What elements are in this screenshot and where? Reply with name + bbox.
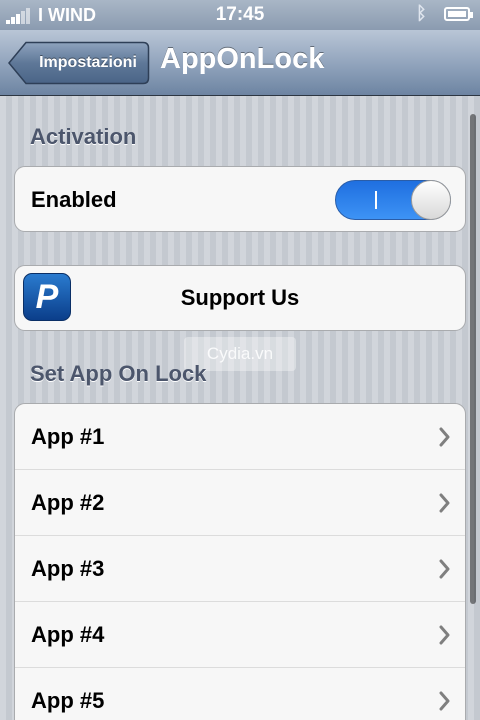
chevron-right-icon [439,493,450,513]
navigation-bar: Impostazioni AppOnLock [0,30,480,96]
section-header-activation: Activation [30,124,137,149]
list-item-app-2[interactable]: App #2 [15,470,465,536]
list-item-app-5[interactable]: App #5 [15,668,465,720]
list-item-label: App #4 [31,622,105,647]
support-us-row[interactable]: P Support Us [15,266,465,330]
status-bar: I WIND 17:45 ᛒ [0,0,480,30]
chevron-right-icon [439,427,450,447]
back-button-label: Impostazioni [39,54,137,71]
chevron-right-icon [439,691,450,711]
activation-group: Enabled [14,166,466,232]
settings-list[interactable]: Activation Enabled P Support Us Cydia.vn… [0,96,480,720]
status-time: 17:45 [215,4,265,25]
section-header-apps: Set App On Lock [30,361,207,386]
support-us-label: Support Us [180,285,300,310]
chevron-right-icon [439,559,450,579]
list-item-label: App #2 [31,490,105,515]
list-item-app-1[interactable]: App #1 [15,404,465,470]
list-item-label: App #5 [31,688,105,713]
scrollbar[interactable] [470,114,476,604]
enabled-row: Enabled [15,167,465,231]
list-item-app-4[interactable]: App #4 [15,602,465,668]
support-group: P Support Us [14,265,466,331]
list-item-label: App #3 [31,556,105,581]
enabled-label: Enabled [31,187,117,212]
page-title: AppOnLock [160,43,325,75]
apps-group: App #1 App #2 App #3 App #4 App #5 [14,403,466,720]
toggle-knob[interactable] [411,180,451,220]
back-button[interactable]: Impostazioni [8,41,150,85]
chevron-right-icon [439,625,450,645]
list-item-label: App #1 [31,424,105,449]
toggle-on-mark [375,191,377,209]
bluetooth-icon: ᛒ [416,3,427,23]
list-item-app-3[interactable]: App #3 [15,536,465,602]
enabled-toggle[interactable] [335,180,451,220]
battery-icon [444,7,473,21]
